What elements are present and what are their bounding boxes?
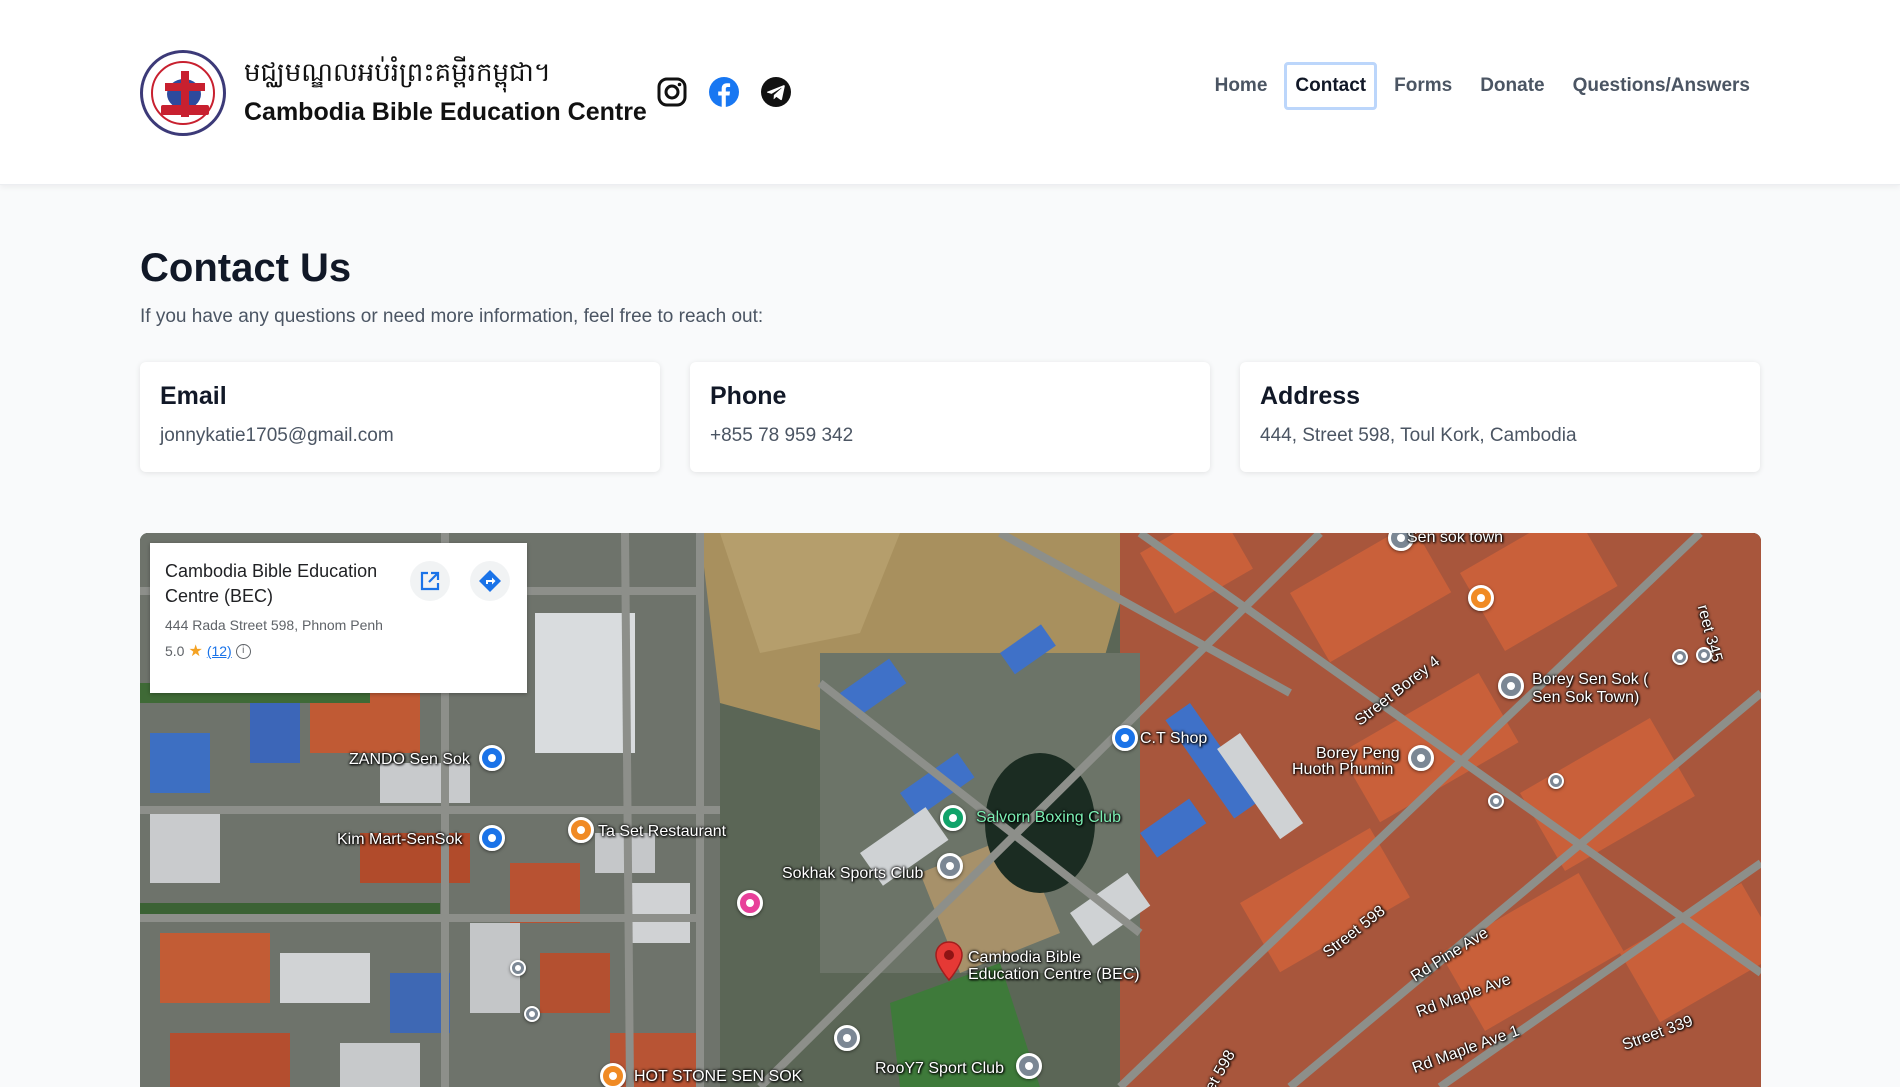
hotel-pin[interactable] — [737, 890, 763, 916]
directions-icon — [479, 570, 501, 592]
restaurant-pin[interactable] — [600, 1063, 626, 1087]
email-value[interactable]: jonnykatie1705@gmail.com — [160, 425, 640, 447]
star-icon: ★ — [188, 643, 203, 660]
brand-khmer-name: មជ្ឈមណ្ឌលអប់រំព្រះគម្ពីរកម្ពុជា។ — [244, 58, 551, 88]
place-label[interactable]: Education Centre (BEC) — [968, 966, 1140, 984]
shop-pin[interactable] — [1112, 725, 1138, 751]
school-pin[interactable] — [834, 1025, 860, 1051]
nav-donate[interactable]: Donate — [1469, 62, 1555, 110]
place-label[interactable]: Sen sok town — [1407, 533, 1503, 547]
logo — [140, 50, 226, 136]
place-label[interactable]: Kim Mart-SenSok — [337, 831, 462, 849]
directions-button[interactable] — [470, 561, 510, 601]
shop-pin[interactable] — [479, 745, 505, 771]
bus-stop-pin[interactable] — [524, 1006, 540, 1022]
card-title: Phone — [710, 382, 787, 410]
bus-stop-pin[interactable] — [1672, 649, 1688, 665]
info-icon[interactable]: i — [235, 643, 251, 659]
location-pin-icon[interactable] — [934, 941, 964, 981]
place-label[interactable]: C.T Shop — [1140, 730, 1207, 748]
place-label[interactable]: ZANDO Sen Sok — [349, 751, 470, 769]
open-in-maps-button[interactable] — [410, 561, 450, 601]
nav-forms[interactable]: Forms — [1383, 62, 1463, 110]
contact-cards: Email jonnykatie1705@gmail.com Phone +85… — [140, 362, 1760, 472]
address-card: Address 444, Street 598, Toul Kork, Camb… — [1240, 362, 1760, 472]
brand[interactable]: មជ្ឈមណ្ឌលអប់រំព្រះគម្ពីរកម្ពុជា។ Cambodi… — [140, 50, 647, 136]
facebook-icon[interactable] — [708, 76, 740, 108]
external-link-icon — [420, 571, 440, 591]
place-info-card: Cambodia Bible Education Centre (BEC) 44… — [150, 543, 527, 693]
place-pin[interactable] — [1016, 1053, 1042, 1079]
review-count-link[interactable]: (12) — [207, 643, 232, 659]
main-nav: Home Contact Forms Donate Questions/Answ… — [1204, 62, 1761, 110]
place-label[interactable]: Cambodia Bible — [968, 949, 1081, 967]
instagram-icon[interactable] — [656, 76, 688, 108]
place-address: 444 Rada Street 598, Phnom Penh — [165, 617, 383, 633]
phone-card: Phone +855 78 959 342 — [690, 362, 1210, 472]
place-label[interactable]: Ta Set Restaurant — [598, 823, 726, 841]
address-value: 444, Street 598, Toul Kork, Cambodia — [1260, 425, 1577, 446]
nav-questions-answers[interactable]: Questions/Answers — [1562, 62, 1761, 110]
place-label[interactable]: Borey Sen Sok ( — [1532, 671, 1649, 689]
shop-pin[interactable] — [479, 825, 505, 851]
place-rating: 5.0 ★ (12) i — [165, 641, 512, 661]
place-pin[interactable] — [1408, 745, 1434, 771]
place-pin[interactable] — [937, 853, 963, 879]
card-title: Address — [1260, 382, 1361, 410]
social-links — [656, 76, 792, 108]
restaurant-pin[interactable] — [1468, 585, 1494, 611]
nav-contact[interactable]: Contact — [1284, 62, 1378, 110]
place-label[interactable]: Sokhak Sports Club — [782, 865, 923, 883]
place-label[interactable]: RooY7 Sport Club — [875, 1060, 1004, 1078]
place-pin[interactable] — [1498, 673, 1524, 699]
place-name[interactable]: Cambodia Bible Education Centre (BEC) — [165, 559, 405, 609]
restaurant-pin[interactable] — [568, 817, 594, 843]
site-header: មជ្ឈមណ្ឌលអប់រំព្រះគម្ពីរកម្ពុជា។ Cambodi… — [0, 0, 1900, 185]
card-title: Email — [160, 382, 227, 410]
phone-value[interactable]: +855 78 959 342 — [710, 425, 1190, 447]
telegram-icon[interactable] — [760, 76, 792, 108]
bus-stop-pin[interactable] — [1548, 773, 1564, 789]
bus-stop-pin[interactable] — [510, 960, 526, 976]
rating-value: 5.0 — [165, 643, 185, 659]
page-title: Contact Us — [140, 246, 352, 290]
bus-stop-pin[interactable] — [1488, 793, 1504, 809]
email-card: Email jonnykatie1705@gmail.com — [140, 362, 660, 472]
place-label[interactable]: Salvorn Boxing Club — [976, 809, 1121, 827]
place-label[interactable]: Huoth Phumin — [1292, 761, 1393, 779]
embedded-map[interactable]: Street Borey 4 Street 598 et 598 Rd Pine… — [140, 533, 1761, 1087]
brand-name: Cambodia Bible Education Centre — [244, 98, 647, 126]
sports-pin[interactable] — [940, 805, 966, 831]
place-label[interactable]: HOT STONE SEN SOK — [634, 1068, 802, 1086]
page-subtitle: If you have any questions or need more i… — [140, 306, 764, 327]
nav-home[interactable]: Home — [1204, 62, 1279, 110]
place-label[interactable]: Sen Sok Town) — [1532, 689, 1639, 707]
bus-stop-pin[interactable] — [1696, 647, 1712, 663]
